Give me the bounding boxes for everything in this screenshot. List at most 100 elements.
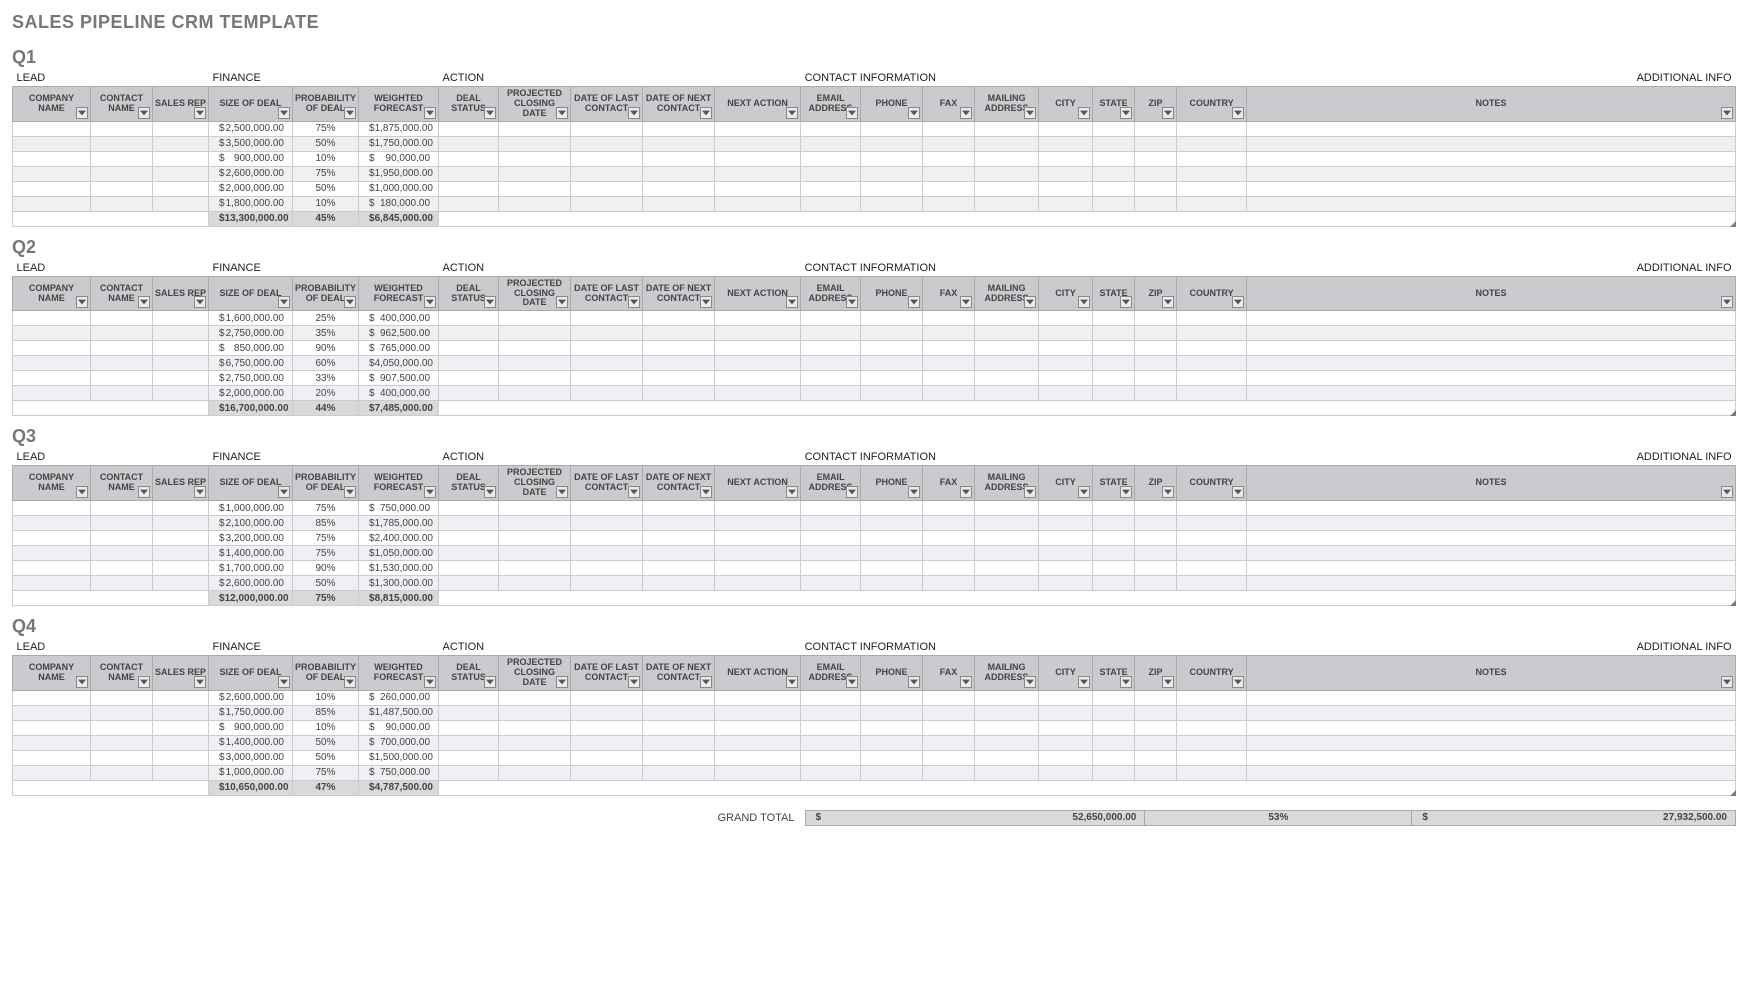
filter-dropdown-icon[interactable] xyxy=(1024,296,1036,308)
cell[interactable] xyxy=(1135,705,1177,720)
column-header[interactable]: DATE OF LAST CONTACT xyxy=(571,656,643,691)
column-header[interactable]: DEAL STATUS xyxy=(439,656,499,691)
cell[interactable] xyxy=(1177,546,1247,561)
cell[interactable] xyxy=(861,311,923,326)
filter-dropdown-icon[interactable] xyxy=(628,296,640,308)
cell[interactable] xyxy=(1177,576,1247,591)
table-row[interactable]: $2,750,000.0035%$962,500.00 xyxy=(13,326,1736,341)
cell[interactable] xyxy=(801,136,861,151)
column-header[interactable]: MAILING ADDRESS xyxy=(975,276,1039,311)
cell[interactable] xyxy=(13,181,91,196)
column-header[interactable]: DATE OF NEXT CONTACT xyxy=(643,466,715,501)
column-header[interactable]: COUNTRY xyxy=(1177,466,1247,501)
cell[interactable] xyxy=(643,166,715,181)
filter-dropdown-icon[interactable] xyxy=(1721,107,1733,119)
cell[interactable] xyxy=(91,326,153,341)
cell[interactable] xyxy=(1039,311,1093,326)
column-header[interactable]: FAX xyxy=(923,87,975,122)
cell[interactable] xyxy=(923,561,975,576)
cell[interactable] xyxy=(923,371,975,386)
column-header[interactable]: FAX xyxy=(923,656,975,691)
cell[interactable] xyxy=(923,531,975,546)
column-header[interactable]: FAX xyxy=(923,466,975,501)
cell[interactable] xyxy=(439,750,499,765)
cell[interactable]: $900,000.00 xyxy=(209,151,293,166)
filter-dropdown-icon[interactable] xyxy=(846,107,858,119)
cell[interactable] xyxy=(571,765,643,780)
cell[interactable] xyxy=(923,516,975,531)
cell[interactable] xyxy=(1093,311,1135,326)
cell[interactable] xyxy=(13,326,91,341)
cell[interactable] xyxy=(1247,371,1736,386)
cell[interactable] xyxy=(499,705,571,720)
cell[interactable] xyxy=(1247,326,1736,341)
cell[interactable] xyxy=(1247,765,1736,780)
cell[interactable] xyxy=(923,765,975,780)
cell[interactable] xyxy=(801,311,861,326)
cell[interactable] xyxy=(975,750,1039,765)
column-header[interactable]: PHONE xyxy=(861,276,923,311)
cell[interactable] xyxy=(643,341,715,356)
cell[interactable]: $850,000.00 xyxy=(209,341,293,356)
filter-dropdown-icon[interactable] xyxy=(138,676,150,688)
cell[interactable] xyxy=(801,516,861,531)
cell[interactable] xyxy=(1093,341,1135,356)
cell[interactable] xyxy=(923,341,975,356)
cell[interactable] xyxy=(975,326,1039,341)
cell[interactable]: $1,750,000.00 xyxy=(359,136,439,151)
cell[interactable] xyxy=(1093,326,1135,341)
column-header[interactable]: CONTACT NAME xyxy=(91,466,153,501)
cell[interactable] xyxy=(923,166,975,181)
filter-dropdown-icon[interactable] xyxy=(484,296,496,308)
cell[interactable] xyxy=(91,735,153,750)
cell[interactable]: $1,530,000.00 xyxy=(359,561,439,576)
cell[interactable] xyxy=(1093,121,1135,136)
cell[interactable] xyxy=(715,326,801,341)
cell[interactable] xyxy=(153,386,209,401)
cell[interactable] xyxy=(499,546,571,561)
cell[interactable] xyxy=(975,576,1039,591)
probability[interactable]: 75% xyxy=(293,546,359,561)
cell[interactable] xyxy=(1177,151,1247,166)
probability[interactable]: 50% xyxy=(293,136,359,151)
table-row[interactable]: $900,000.0010%$90,000.00 xyxy=(13,720,1736,735)
column-header[interactable]: STATE xyxy=(1093,87,1135,122)
cell[interactable] xyxy=(1039,576,1093,591)
cell[interactable] xyxy=(1247,750,1736,765)
cell[interactable]: $2,600,000.00 xyxy=(209,576,293,591)
column-header[interactable]: NOTES xyxy=(1247,276,1736,311)
cell[interactable] xyxy=(1039,501,1093,516)
cell[interactable] xyxy=(643,501,715,516)
cell[interactable] xyxy=(153,371,209,386)
cell[interactable] xyxy=(643,326,715,341)
cell[interactable] xyxy=(1039,356,1093,371)
cell[interactable] xyxy=(801,196,861,211)
column-header[interactable]: ZIP xyxy=(1135,276,1177,311)
cell[interactable]: $1,500,000.00 xyxy=(359,750,439,765)
cell[interactable] xyxy=(975,705,1039,720)
cell[interactable] xyxy=(1177,531,1247,546)
cell[interactable] xyxy=(91,765,153,780)
cell[interactable] xyxy=(801,750,861,765)
cell[interactable]: $1,050,000.00 xyxy=(359,546,439,561)
filter-dropdown-icon[interactable] xyxy=(786,107,798,119)
filter-dropdown-icon[interactable] xyxy=(76,107,88,119)
cell[interactable] xyxy=(975,735,1039,750)
cell[interactable] xyxy=(643,121,715,136)
cell[interactable] xyxy=(1247,576,1736,591)
cell[interactable] xyxy=(1177,516,1247,531)
cell[interactable] xyxy=(1247,531,1736,546)
cell[interactable] xyxy=(801,341,861,356)
cell[interactable] xyxy=(801,546,861,561)
resize-handle-icon[interactable] xyxy=(1730,410,1736,416)
column-header[interactable]: PHONE xyxy=(861,466,923,501)
cell[interactable] xyxy=(1039,546,1093,561)
probability[interactable]: 33% xyxy=(293,371,359,386)
cell[interactable] xyxy=(923,576,975,591)
cell[interactable] xyxy=(861,181,923,196)
column-header[interactable]: ZIP xyxy=(1135,656,1177,691)
filter-dropdown-icon[interactable] xyxy=(1120,486,1132,498)
cell[interactable] xyxy=(91,356,153,371)
cell[interactable] xyxy=(571,121,643,136)
cell[interactable] xyxy=(13,765,91,780)
